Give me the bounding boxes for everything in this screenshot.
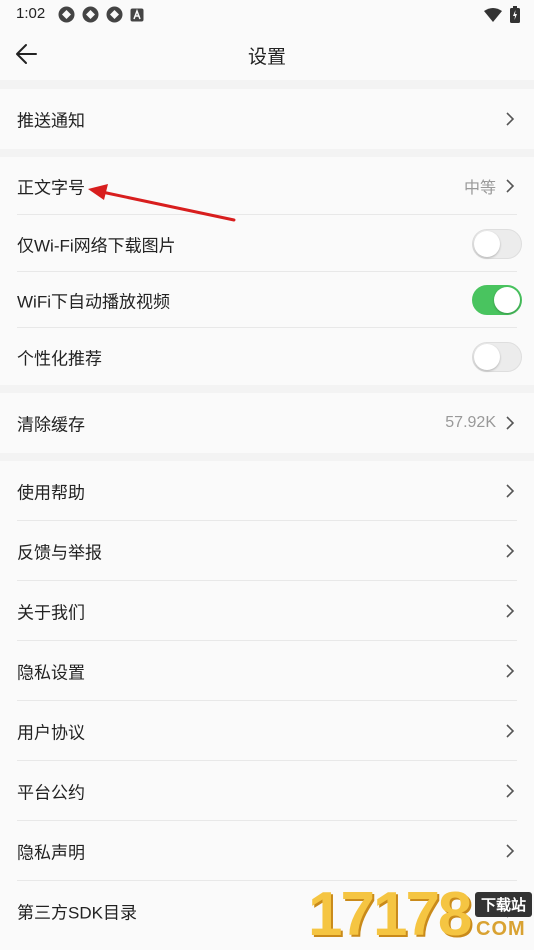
settings-row-third-party-sdk[interactable]: 第三方SDK目录: [0, 881, 534, 941]
settings-row-label: 隐私声明: [17, 843, 85, 863]
settings-row-privacy-statement[interactable]: 隐私声明: [0, 821, 534, 881]
settings-row-value: 57.92K: [445, 414, 496, 431]
settings-row-label: 推送通知: [17, 111, 85, 131]
chevron-right-icon: [506, 544, 515, 558]
chevron-right-icon: [506, 844, 515, 858]
settings-row-privacy-settings[interactable]: 隐私设置: [0, 641, 534, 701]
settings-group-notifications: 推送通知: [0, 89, 534, 149]
chevron-right-icon: [506, 179, 515, 193]
status-notification-icons: [58, 6, 144, 23]
chevron-right-icon: [506, 724, 515, 738]
sync-icon: [58, 6, 75, 23]
settings-row-label: 关于我们: [17, 603, 85, 623]
chevron-right-icon: [506, 904, 515, 918]
settings-row-label: 使用帮助: [17, 483, 85, 503]
settings-row-label: WiFi下自动播放视频: [17, 292, 170, 312]
settings-row-value: 中等: [463, 180, 496, 197]
battery-icon: [510, 6, 520, 23]
settings-row-label: 正文字号: [17, 178, 85, 198]
status-system-icons: [484, 6, 520, 23]
chevron-right-icon: [506, 664, 515, 678]
settings-row-label: 平台公约: [17, 783, 85, 803]
settings-row-user-agreement[interactable]: 用户协议: [0, 701, 534, 761]
settings-row-wifi-only-images[interactable]: 仅Wi-Fi网络下载图片: [0, 215, 534, 272]
app-header: 设置: [0, 28, 534, 80]
settings-row-push-notifications[interactable]: 推送通知: [0, 89, 534, 149]
chevron-right-icon: [506, 784, 515, 798]
toggle-knob: [494, 287, 520, 313]
a-box-icon: [130, 8, 144, 21]
sync-icon: [106, 6, 123, 23]
settings-row-label: 隐私设置: [17, 663, 85, 683]
toggle-knob: [474, 343, 500, 370]
settings-row-wifi-autoplay-video[interactable]: WiFi下自动播放视频: [0, 272, 534, 328]
settings-group-about: 使用帮助 反馈与举报 关于我们 隐私设置 用户协议 平台公约 隐私声明 第三方S…: [0, 461, 534, 950]
settings-row-label: 第三方SDK目录: [17, 903, 137, 923]
page-title: 设置: [247, 47, 286, 68]
settings-row-platform-convention[interactable]: 平台公约: [0, 761, 534, 821]
toggle-personalized-recommendation[interactable]: [472, 341, 522, 372]
settings-row-personalized-recommendation[interactable]: 个性化推荐: [0, 328, 534, 385]
settings-row-label: 个性化推荐: [17, 349, 102, 368]
settings-row-about-us[interactable]: 关于我们: [0, 581, 534, 641]
status-time: 1:02: [16, 5, 46, 22]
settings-row-label: 用户协议: [17, 723, 85, 743]
settings-row-label: 仅Wi-Fi网络下载图片: [17, 236, 176, 255]
chevron-right-icon: [506, 484, 515, 498]
settings-row-feedback[interactable]: 反馈与举报: [0, 521, 534, 581]
settings-group-display: 正文字号 中等 仅Wi-Fi网络下载图片 WiFi下自动播放视频 个性化推荐: [0, 157, 534, 385]
chevron-right-icon: [506, 112, 515, 126]
toggle-knob: [474, 230, 500, 257]
status-bar: 1:02: [0, 0, 534, 28]
chevron-right-icon: [506, 604, 515, 618]
sync-icon: [82, 6, 99, 23]
settings-row-font-size[interactable]: 正文字号 中等: [0, 157, 534, 215]
wifi-icon: [484, 7, 502, 22]
toggle-wifi-autoplay-video[interactable]: [472, 285, 522, 315]
settings-row-label: 反馈与举报: [17, 543, 102, 563]
settings-row-help[interactable]: 使用帮助: [0, 461, 534, 521]
toggle-wifi-only-images[interactable]: [472, 228, 522, 259]
settings-row-label: 清除缓存: [17, 415, 85, 435]
settings-row-clear-cache[interactable]: 清除缓存 57.92K: [0, 393, 534, 453]
settings-group-cache: 清除缓存 57.92K: [0, 393, 534, 453]
chevron-right-icon: [506, 416, 515, 430]
